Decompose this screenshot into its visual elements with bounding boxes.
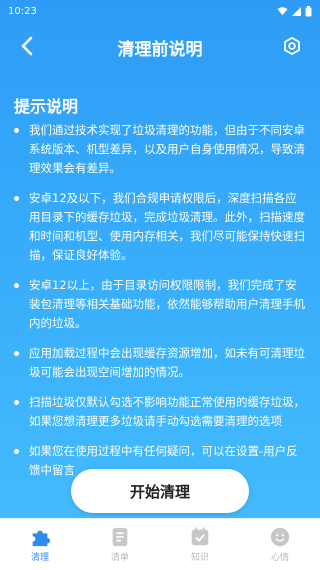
page-title: 清理前说明 <box>117 40 203 60</box>
section-title: 提示说明 <box>14 97 79 116</box>
bullet-dot <box>14 283 19 288</box>
start-cleaning-button[interactable]: 开始清理 <box>71 469 249 513</box>
gear-icon <box>284 37 300 55</box>
bullet-dot <box>14 196 19 201</box>
tab-label: 知识 <box>190 553 209 563</box>
tip-item: 扫描垃圾仅默认勾选不影响功能正常使用的缓存垃圾，如果您想清理更多垃圾请手动勾选需… <box>14 393 308 431</box>
bullet-dot <box>14 351 19 356</box>
puzzle-icon <box>32 530 51 547</box>
tip-item: 安卓12及以下，我们合规申请权限后，深度扫描各应用目录下的缓存垃圾，完成垃圾清理… <box>14 189 308 265</box>
checkbox-icon <box>191 527 209 546</box>
tab-clean[interactable]: 清理 <box>0 526 80 563</box>
tab-label: 心情 <box>270 553 289 563</box>
status-icons <box>277 5 312 17</box>
tip-text: 扫描垃圾仅默认勾选不影响功能正常使用的缓存垃圾，如果您想清理更多垃圾请手动勾选需… <box>29 395 305 428</box>
battery-icon <box>305 5 312 16</box>
bullet-dot <box>14 128 19 133</box>
signal-icon <box>292 6 301 16</box>
tab-knowledge[interactable]: 知识 <box>160 526 240 563</box>
status-time: 10:23 <box>8 5 37 17</box>
bullet-dot <box>14 449 19 454</box>
tip-text: 我们通过技术实现了垃圾清理的功能，但由于不同安卓系统版本、机型差异，以及用户自身… <box>29 123 305 175</box>
header: 清理前说明 <box>0 26 320 66</box>
bottom-tab-bar: 清理 清单 知识 心情 <box>0 518 320 570</box>
settings-button[interactable] <box>280 34 304 58</box>
tip-text: 安卓12及以下，我们合规申请权限后，深度扫描各应用目录下的缓存垃圾，完成垃圾清理… <box>29 191 305 262</box>
bullet-dot <box>14 400 19 405</box>
wifi-icon <box>277 6 288 15</box>
tip-item: 安卓12以上，由于目录访问权限限制，我们完成了安装包清理等相关基础功能，依然能够… <box>14 276 308 333</box>
tab-mood[interactable]: 心情 <box>240 526 320 563</box>
status-bar: 10:23 <box>0 0 320 22</box>
tab-label: 清理 <box>30 553 49 563</box>
tab-list[interactable]: 清单 <box>80 526 160 563</box>
tip-text: 安卓12以上，由于目录访问权限限制，我们完成了安装包清理等相关基础功能，依然能够… <box>29 278 305 330</box>
list-icon <box>112 527 128 547</box>
tab-label: 清单 <box>110 553 129 563</box>
smiley-icon <box>270 527 290 547</box>
tip-item: 应用加载过程中会出现缓存资源增加，如未有可清理垃圾可能会出现空间增加的情况。 <box>14 344 308 382</box>
tip-text: 应用加载过程中会出现缓存资源增加，如未有可清理垃圾可能会出现空间增加的情况。 <box>29 346 305 379</box>
tips-list: 我们通过技术实现了垃圾清理的功能，但由于不同安卓系统版本、机型差异，以及用户自身… <box>14 121 308 491</box>
tip-item: 我们通过技术实现了垃圾清理的功能，但由于不同安卓系统版本、机型差异，以及用户自身… <box>14 121 308 178</box>
